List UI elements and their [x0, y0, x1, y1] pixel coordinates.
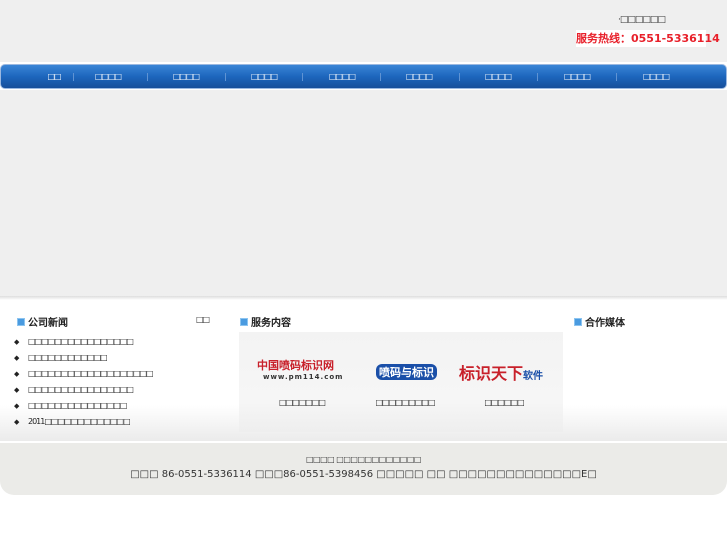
nav-item[interactable]: □□□□: [631, 65, 681, 88]
divider: [0, 296, 727, 300]
diamond-icon: ◆: [14, 402, 19, 410]
logo-text: 标识天下: [459, 364, 524, 383]
list-item[interactable]: ◆ 2011□□□□□□□□□□□□□: [14, 414, 153, 430]
arrow-icon: [574, 317, 582, 326]
nav-separator: [459, 73, 460, 81]
footer: □□□□ □□□□□□□□□□□□ □□□ 86-0551-5336114 □□…: [0, 443, 727, 495]
services-panel: 中国喷码标识网 www.pm114.com 喷码与标识 标识天下软件 □□□□□…: [239, 332, 563, 432]
nav-separator: [380, 73, 381, 81]
service-logo-software[interactable]: 标识天下软件: [459, 360, 543, 384]
hotline-banner: 服务热线：0551-5336114: [576, 30, 720, 47]
news-title: 公司新闻: [28, 318, 68, 329]
more-link[interactable]: □□: [196, 315, 210, 324]
service-logo-pm114[interactable]: 中国喷码标识网 www.pm114.com: [257, 357, 343, 381]
nav-item[interactable]: □□□□: [552, 65, 602, 88]
nav-separator: [73, 73, 74, 81]
news-link[interactable]: □□□□□□□□□□□□□□□□□□□: [28, 366, 154, 382]
list-item[interactable]: ◆ □□□□□□□□□□□□: [14, 350, 153, 366]
media-heading: 合作媒体: [574, 314, 625, 329]
list-item[interactable]: ◆ □□□□□□□□□□□□□□□□: [14, 334, 153, 350]
nav-separator: [537, 73, 538, 81]
banner-area: [0, 90, 727, 296]
media-title: 合作媒体: [585, 318, 625, 329]
news-link[interactable]: □□□□□□□□□□□□: [28, 350, 108, 366]
news-link[interactable]: □□□□□□□□□□□□□□□: [28, 398, 127, 414]
list-item[interactable]: ◆ □□□□□□□□□□□□□□□□□□□: [14, 366, 154, 382]
diamond-icon: ◆: [14, 386, 19, 394]
nav-item[interactable]: □□□□: [394, 65, 444, 88]
service-caption[interactable]: □□□□□□: [454, 398, 554, 407]
top-link[interactable]: ·□□□□□□: [618, 15, 666, 25]
news-list: ◆ □□□□□□□□□□□□□□□□ ◆ □□□□□□□□□□□□ ◆ □□□□□□□…: [14, 334, 154, 430]
services-title: 服务内容: [251, 318, 291, 329]
footer-line-2: □□□ 86-0551-5336114 □□□86-0551-5398456 □…: [130, 469, 597, 480]
nav-item[interactable]: □□□□: [83, 65, 133, 88]
service-logo-coding[interactable]: 喷码与标识: [376, 364, 437, 380]
nav-separator: [616, 73, 617, 81]
nav-home[interactable]: □□: [39, 65, 69, 88]
main-nav: □□ □□□□ □□□□ □□□□ □□□□ □□□□ □□□□ □□□□ □□…: [0, 64, 727, 89]
arrow-icon: [240, 317, 248, 326]
logo-url: www.pm114.com: [263, 373, 344, 381]
diamond-icon: ◆: [14, 338, 19, 346]
nav-item[interactable]: □□□□: [239, 65, 289, 88]
nav-item[interactable]: □□□□: [317, 65, 367, 88]
logo-suffix: 软件: [523, 371, 544, 382]
arrow-icon: [17, 317, 25, 326]
services-heading: 服务内容: [240, 314, 291, 329]
diamond-icon: ◆: [14, 418, 19, 426]
news-link[interactable]: □□□□□□□□□□□□□□□□: [28, 382, 134, 398]
service-caption[interactable]: □□□□□□□□□: [355, 398, 455, 407]
nav-item[interactable]: □□□□: [161, 65, 211, 88]
news-link[interactable]: 2011□□□□□□□□□□□□□: [28, 414, 131, 430]
service-caption[interactable]: □□□□□□□: [252, 398, 352, 407]
list-item[interactable]: ◆ □□□□□□□□□□□□□□□: [14, 398, 153, 414]
logo-text: 中国喷码标识网: [257, 359, 334, 372]
footer-line-1: □□□□ □□□□□□□□□□□□: [306, 455, 421, 464]
diamond-icon: ◆: [14, 370, 19, 378]
nav-separator: [225, 73, 226, 81]
diamond-icon: ◆: [14, 354, 19, 362]
nav-item[interactable]: □□□□: [473, 65, 523, 88]
news-heading: 公司新闻: [17, 314, 68, 329]
nav-separator: [147, 73, 148, 81]
nav-separator: [302, 73, 303, 81]
list-item[interactable]: ◆ □□□□□□□□□□□□□□□□: [14, 382, 153, 398]
news-link[interactable]: □□□□□□□□□□□□□□□□: [28, 334, 134, 350]
